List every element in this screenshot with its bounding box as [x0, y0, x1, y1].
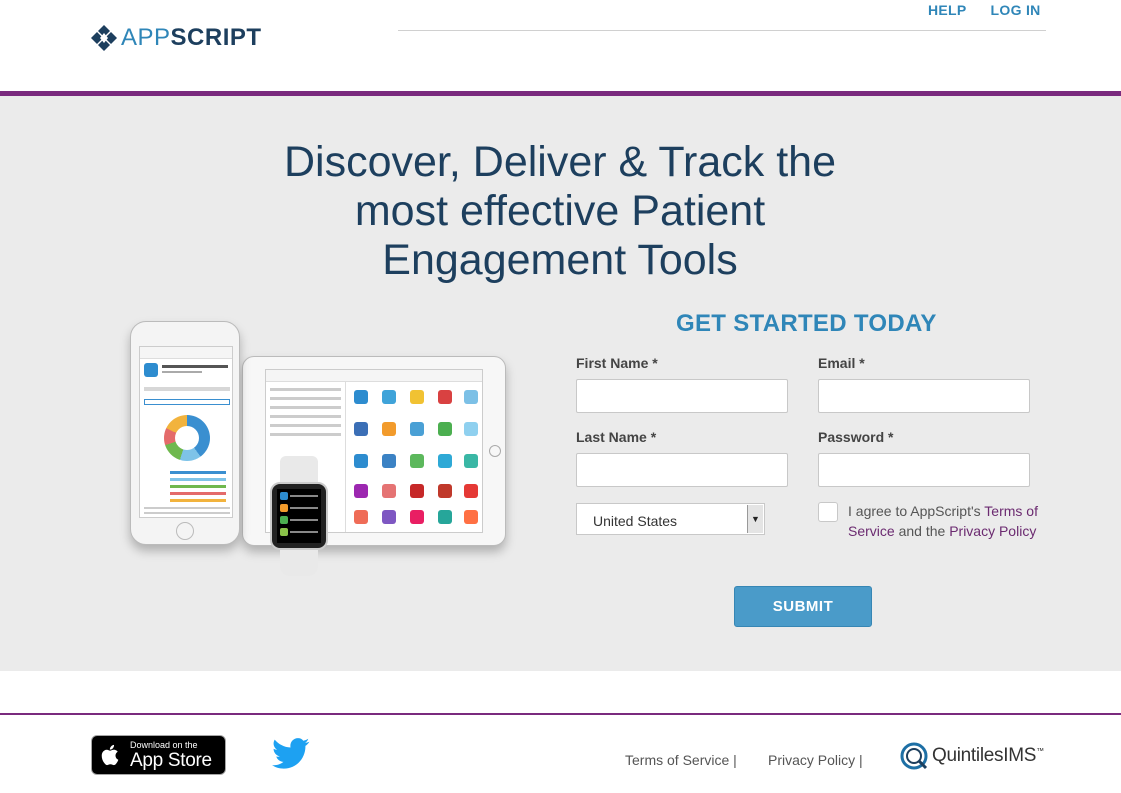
app-store-badge[interactable]: Download on the App Store	[91, 735, 226, 775]
password-label: Password *	[818, 429, 894, 445]
phone-screen	[139, 346, 233, 518]
twitter-icon[interactable]	[272, 738, 310, 770]
logo-wordmark: APPSCRIPT	[121, 24, 262, 52]
top-nav: HELP LOG IN	[928, 2, 1041, 18]
watch-body	[270, 482, 328, 550]
devices-image	[125, 321, 520, 581]
appscript-logo[interactable]: APPSCRIPT	[90, 24, 262, 52]
apple-icon	[101, 744, 119, 766]
watch-band-bottom	[280, 546, 318, 576]
terms-checkbox[interactable]	[818, 502, 838, 522]
appscript-diamond-logo-icon	[91, 25, 117, 51]
submit-button[interactable]: SUBMIT	[734, 586, 872, 627]
country-select-value: United States	[593, 513, 678, 529]
chevron-down-icon[interactable]: ▼	[747, 505, 763, 533]
logo-app-text: APP	[121, 24, 171, 51]
tablet-home-button	[489, 445, 501, 457]
app-store-small-text: Download on the	[130, 739, 198, 750]
first-name-input[interactable]	[576, 379, 788, 413]
first-name-label: First Name *	[576, 355, 658, 371]
score-donut	[164, 415, 210, 461]
footer-divider	[0, 713, 1121, 715]
quintilesims-logo: QuintilesIMS™	[899, 741, 1044, 771]
last-name-input[interactable]	[576, 453, 788, 487]
last-name-label: Last Name *	[576, 429, 657, 445]
watch-image	[270, 456, 328, 576]
terms-agreement-text: I agree to AppScript's Terms of Service …	[848, 501, 1038, 541]
footer-privacy-link[interactable]: Privacy Policy |	[768, 752, 863, 768]
quintilesims-icon	[900, 742, 928, 770]
site-header: APPSCRIPT HELP LOG IN	[0, 0, 1121, 92]
phone-home-button	[176, 522, 194, 540]
email-input[interactable]	[818, 379, 1030, 413]
logo-script-text: SCRIPT	[170, 24, 262, 51]
help-link[interactable]: HELP	[928, 2, 967, 18]
page: APPSCRIPT HELP LOG IN Discover, Deliver …	[0, 0, 1121, 793]
login-link[interactable]: LOG IN	[991, 2, 1041, 18]
footer-terms-link[interactable]: Terms of Service |	[625, 752, 737, 768]
agree-middle: and the	[894, 523, 950, 539]
agree-prefix: I agree to AppScript's	[848, 503, 985, 519]
password-input[interactable]	[818, 453, 1030, 487]
watch-screen	[277, 489, 321, 543]
email-label: Email *	[818, 355, 865, 371]
app-store-big-text: App Store	[130, 749, 212, 771]
form-title: GET STARTED TODAY	[676, 310, 937, 337]
header-divider	[398, 30, 1046, 31]
privacy-link[interactable]: Privacy Policy	[949, 523, 1036, 539]
quintilesims-name: QuintilesIMS	[932, 745, 1037, 766]
phone-image	[130, 321, 240, 545]
country-select[interactable]: United States ▼	[576, 503, 765, 535]
quintilesims-wordmark: QuintilesIMS™	[932, 745, 1044, 767]
quintilesims-tm: ™	[1036, 746, 1044, 756]
hero-headline: Discover, Deliver & Track the most effec…	[283, 138, 836, 284]
